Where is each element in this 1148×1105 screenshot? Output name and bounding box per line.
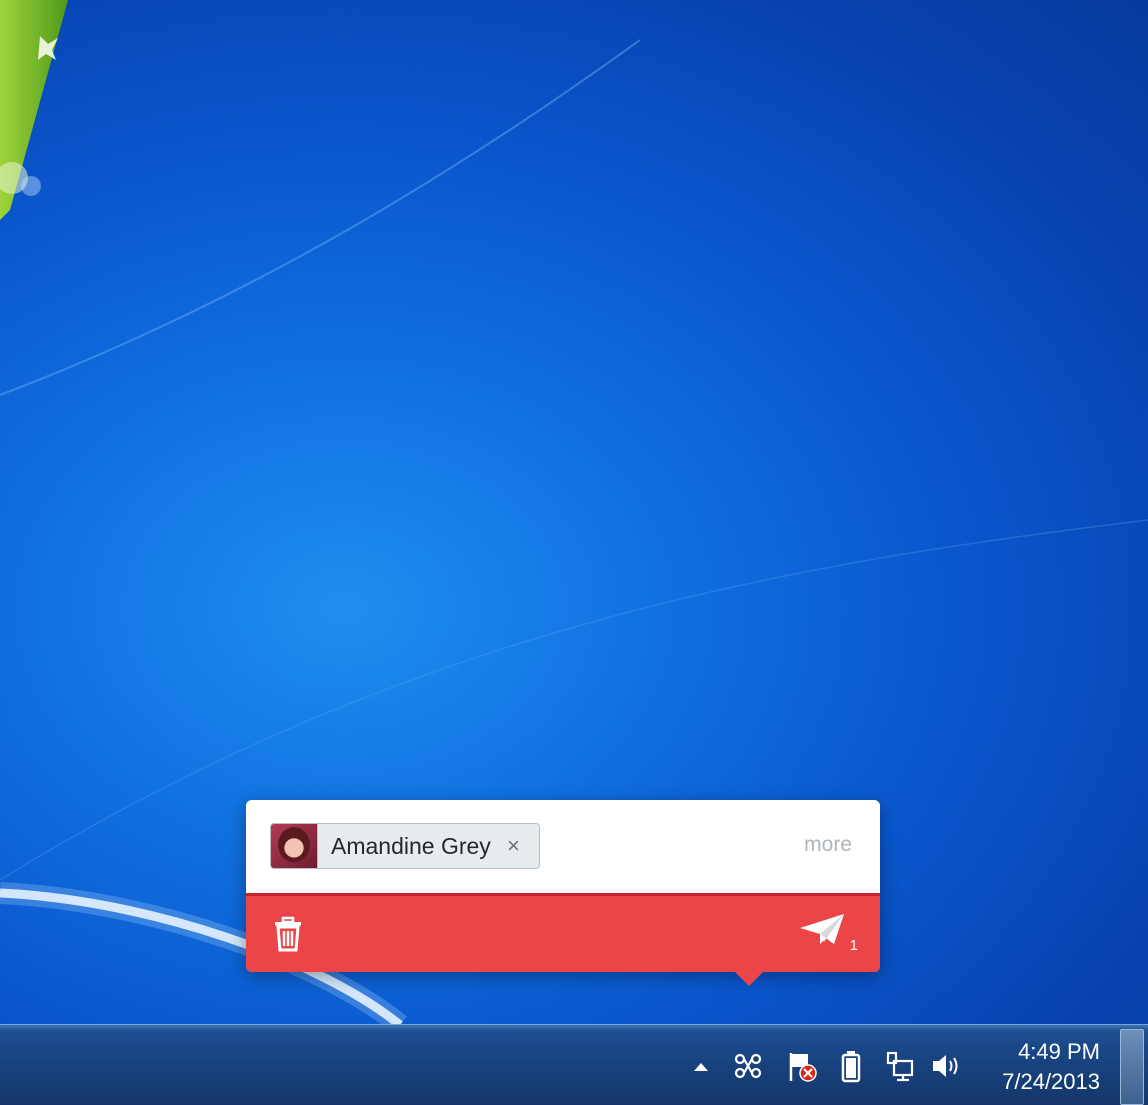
recipient-avatar <box>271 824 318 868</box>
send-button[interactable]: 1 <box>798 912 858 954</box>
battery-icon[interactable] <box>836 1049 868 1083</box>
flag-error-icon[interactable] <box>786 1049 818 1083</box>
share-popup: Amandine Grey × more 1 <box>246 800 880 986</box>
clock-date: 7/24/2013 <box>1002 1069 1100 1094</box>
taskbar-clock[interactable]: 4:49 PM 7/24/2013 <box>1002 1037 1100 1097</box>
taskbar: 4:49 PM 7/24/2013 <box>0 1024 1148 1105</box>
popup-pointer <box>735 972 763 986</box>
remove-recipient-icon[interactable]: × <box>507 833 520 859</box>
clock-time: 4:49 PM <box>1018 1039 1100 1064</box>
recipient-name: Amandine Grey <box>331 833 491 859</box>
speaker-icon[interactable] <box>930 1049 962 1083</box>
command-icon[interactable] <box>732 1049 764 1083</box>
chevron-up-icon[interactable] <box>690 1049 722 1083</box>
paper-plane-icon <box>800 914 844 944</box>
recipients-area: Amandine Grey × more <box>246 800 880 893</box>
show-desktop-button[interactable] <box>1120 1029 1144 1105</box>
recipient-chip[interactable]: Amandine Grey × <box>270 823 540 869</box>
more-link[interactable]: more <box>804 833 852 857</box>
send-count-badge: 1 <box>849 937 858 954</box>
action-bar: 1 <box>246 893 880 972</box>
network-icon[interactable] <box>884 1049 916 1083</box>
trash-icon[interactable] <box>271 916 305 952</box>
